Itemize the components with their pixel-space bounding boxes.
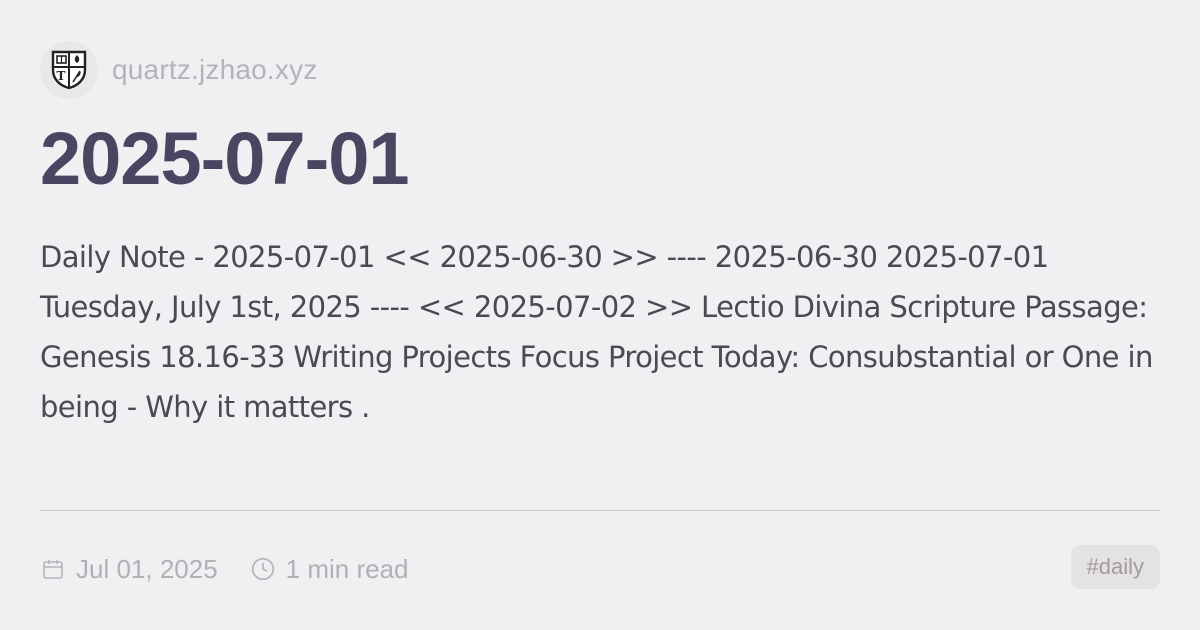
svg-text:T: T <box>57 69 66 83</box>
calendar-icon <box>40 556 66 582</box>
tag-daily[interactable]: #daily <box>1070 545 1160 589</box>
shield-crest-icon: T <box>40 41 98 99</box>
date-meta: Jul 01, 2025 <box>40 554 218 585</box>
page-meta: Jul 01, 2025 1 min read <box>40 548 431 590</box>
divider <box>40 510 1160 511</box>
clock-icon <box>250 556 276 582</box>
read-time-meta: 1 min read <box>250 554 409 585</box>
date-text: Jul 01, 2025 <box>76 553 218 584</box>
read-time-text: 1 min read <box>285 553 409 584</box>
site-header: T quartz.jzhao.xyz <box>40 40 318 100</box>
page-title: 2025-07-01 <box>40 117 410 200</box>
site-url[interactable]: quartz.jzhao.xyz <box>112 54 318 86</box>
page-description: Daily Note - 2025-07-01 << 2025-06-30 >>… <box>40 240 1153 424</box>
